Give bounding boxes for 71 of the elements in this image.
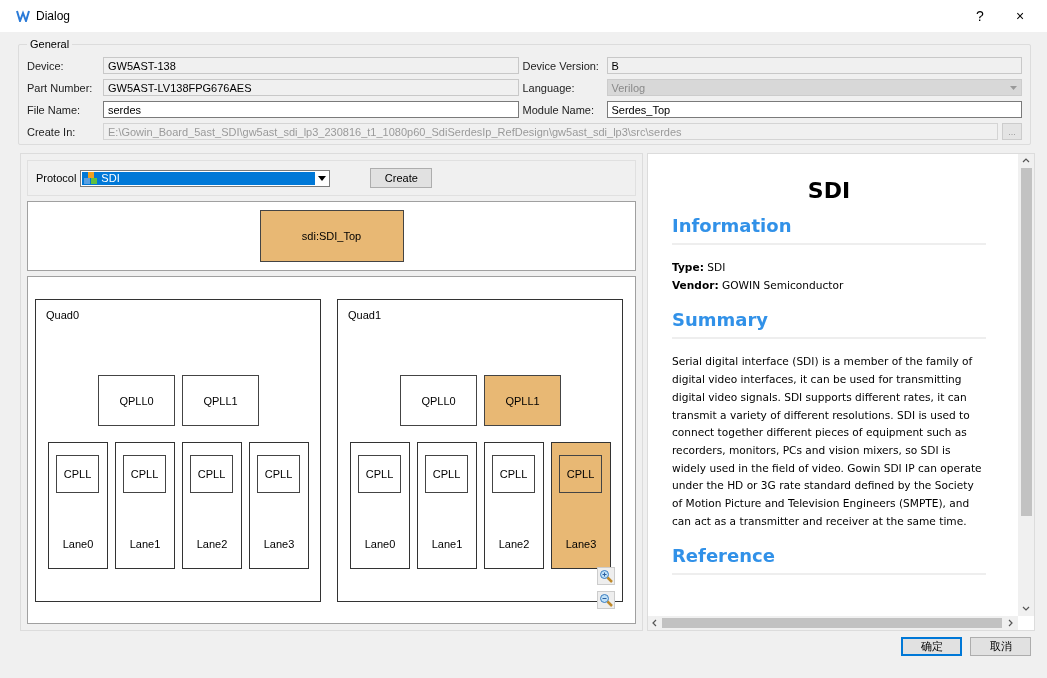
lane-block[interactable]: CPLL Lane3 — [249, 442, 309, 569]
cpll-block[interactable]: CPLL — [492, 455, 535, 493]
doc-title: SDI — [806, 177, 852, 205]
zoom-in-button[interactable] — [597, 567, 615, 585]
quad-label: Quad0 — [46, 309, 80, 321]
cpll-block[interactable]: CPLL — [123, 455, 166, 493]
lane-label: Lane1 — [430, 538, 464, 550]
section-heading: Summary — [672, 308, 986, 340]
close-button[interactable]: × — [1003, 8, 1037, 24]
cpll-block[interactable]: CPLL — [425, 455, 468, 493]
scroll-down-icon — [1022, 605, 1030, 613]
cpll-block[interactable]: CPLL — [559, 455, 602, 493]
horizontal-scrollbar[interactable] — [648, 616, 1018, 630]
lane-block[interactable]: CPLL Lane2 — [182, 442, 242, 569]
text-field[interactable]: serdes — [103, 101, 519, 118]
lane-label: Lane0 — [363, 538, 397, 550]
block-node[interactable]: sdi:SDI_Top — [259, 210, 404, 262]
field-label: Part Number: — [27, 81, 94, 94]
vertical-scrollbar[interactable] — [1018, 154, 1034, 616]
field-label: Language: — [522, 81, 576, 94]
lane-label: Lane1 — [128, 538, 162, 550]
window-title: Dialog — [36, 9, 72, 23]
app-logo-icon — [16, 10, 30, 22]
doc-text: Type: SDI — [672, 260, 727, 275]
block-node[interactable]: QPLL0 — [98, 375, 175, 426]
scroll-right-icon — [1007, 619, 1015, 627]
cpll-block[interactable]: CPLL — [257, 455, 300, 493]
lane-block[interactable]: CPLL Lane1 — [417, 442, 477, 569]
cpll-block[interactable]: CPLL — [358, 455, 401, 493]
dialog-button[interactable]: 取消 — [970, 637, 1031, 656]
lane-label: Lane2 — [195, 538, 229, 550]
scroll-left-icon — [651, 619, 659, 627]
text-field[interactable]: GW5AST-138 — [103, 57, 519, 74]
cubes-icon — [84, 171, 99, 185]
cpll-block[interactable]: CPLL — [190, 455, 233, 493]
doc-text: Vendor: GOWIN Semiconductor — [672, 277, 845, 293]
lane-block[interactable]: CPLL Lane0 — [48, 442, 108, 569]
zoom-out-button[interactable] — [597, 591, 615, 609]
text-field[interactable]: Serdes_Top — [606, 101, 1022, 118]
text-field[interactable]: GW5AST-LV138FPG676AES — [103, 79, 519, 96]
lane-block[interactable]: CPLL Lane1 — [115, 442, 175, 569]
dropdown-arrow-icon — [317, 175, 326, 181]
create-button[interactable]: Create — [370, 168, 433, 188]
lane-block[interactable]: CPLL Lane3 — [551, 442, 611, 569]
lane-block[interactable]: CPLL Lane2 — [484, 442, 544, 569]
field-label: Device: — [27, 59, 65, 72]
lane-block[interactable]: CPLL Lane0 — [350, 442, 410, 569]
scroll-up-icon — [1022, 157, 1030, 165]
doc-text: Serial digital interface (SDI) is a member of the family of digital video interfaces, it can be used for transmitting digital video signals. SDI supports different rates, it can transmit a variety of different resolutions. SDI is used to connect together different pieces of equipment such as recorders, monitors, PCs and vision mixers, so SDI is widely used in the field of video. Gowin SDI IP can operate under the HD or 3G rate standard defined by the Society of Motion Picture and Television Engineers (SMPTE), and can act as a transmitter and receiver at the same time. — [672, 354, 983, 529]
field-label: Module Name: — [522, 103, 596, 116]
group-title: General — [27, 38, 73, 50]
lane-label: Lane3 — [564, 538, 598, 550]
protocol-dropdown[interactable]: SDI — [80, 169, 331, 187]
block-node[interactable]: QPLL1 — [182, 375, 259, 426]
lane-label: Lane3 — [262, 538, 296, 550]
protocol-label: Protocol — [36, 172, 77, 184]
lane-label: Lane2 — [497, 538, 531, 550]
text-field[interactable]: B — [606, 57, 1022, 74]
help-button[interactable]: ? — [963, 8, 997, 24]
block-node[interactable]: QPLL0 — [400, 375, 477, 426]
block-node[interactable]: QPLL1 — [484, 375, 561, 426]
field-label: Create In: — [27, 125, 77, 138]
lane-label: Lane0 — [61, 538, 95, 550]
quad-label: Quad1 — [348, 309, 382, 321]
field-label: File Name: — [27, 103, 82, 116]
field-label: Device Version: — [522, 59, 600, 72]
dropdown-arrow-icon — [1010, 85, 1017, 90]
cpll-block[interactable]: CPLL — [56, 455, 99, 493]
dialog-button[interactable]: 确定 — [901, 637, 962, 656]
section-heading: Information — [672, 214, 986, 245]
section-heading: Reference — [672, 544, 986, 576]
